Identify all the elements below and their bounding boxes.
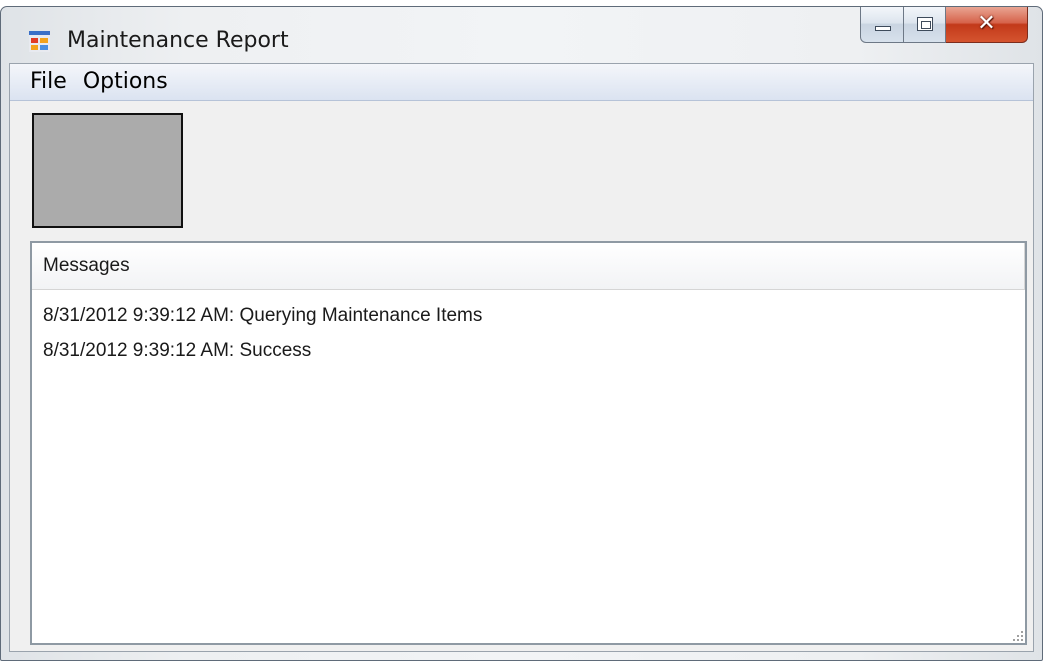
- title-bar[interactable]: Maintenance Report ✕: [1, 7, 1042, 63]
- maximize-icon: [917, 17, 933, 31]
- close-icon: ✕: [977, 11, 996, 36]
- picture-box: [32, 113, 183, 228]
- maximize-button[interactable]: [904, 7, 946, 43]
- menu-item-file[interactable]: File: [10, 66, 75, 98]
- app-form-icon: [29, 31, 50, 52]
- message-list: 8/31/2012 9:39:12 AM: Querying Maintenan…: [43, 298, 1025, 368]
- list-column-header: Messages: [32, 243, 1025, 290]
- menu-item-options[interactable]: Options: [75, 66, 176, 98]
- messages-list-view[interactable]: Messages 8/31/2012 9:39:12 AM: Querying …: [30, 241, 1027, 645]
- main-window: Maintenance Report ✕ File Options Messag…: [0, 6, 1043, 661]
- menu-bar: File Options: [10, 64, 1033, 101]
- client-area: File Options Messages 8/31/2012 9:39:12 …: [9, 63, 1034, 652]
- close-button[interactable]: ✕: [946, 7, 1028, 43]
- list-item[interactable]: 8/31/2012 9:39:12 AM: Querying Maintenan…: [43, 298, 1025, 333]
- caption-buttons: ✕: [860, 7, 1028, 45]
- minimize-button[interactable]: [860, 7, 904, 43]
- size-grip[interactable]: [1011, 629, 1025, 643]
- list-item[interactable]: 8/31/2012 9:39:12 AM: Success: [43, 333, 1025, 368]
- minimize-icon: [875, 26, 891, 31]
- column-header-messages[interactable]: Messages: [32, 243, 1025, 289]
- window-title: Maintenance Report: [67, 28, 289, 53]
